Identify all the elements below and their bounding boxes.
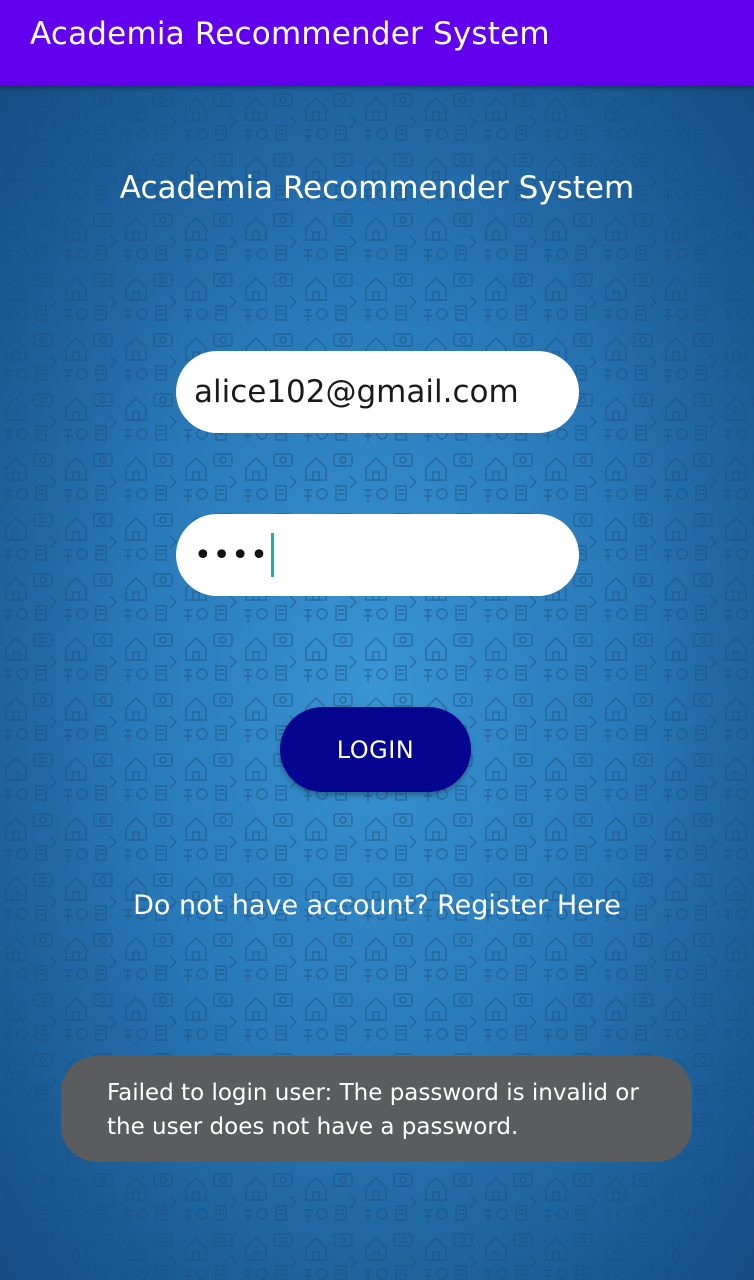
text-cursor xyxy=(270,533,274,577)
password-field-value: •••• xyxy=(194,537,269,573)
error-toast: Failed to login user: The password is in… xyxy=(61,1056,692,1162)
page-title: Academia Recommender System xyxy=(119,170,635,206)
login-screen: Academia Recommender System alice102@gma… xyxy=(0,86,754,1280)
email-field[interactable]: alice102@gmail.com xyxy=(176,351,579,433)
app-bar-title: Academia Recommender System xyxy=(30,16,550,52)
register-link[interactable]: Do not have account? Register Here xyxy=(0,890,754,921)
app-bar: Academia Recommender System xyxy=(0,0,754,86)
password-field[interactable]: •••• xyxy=(176,514,579,596)
email-field-value: alice102@gmail.com xyxy=(194,374,519,410)
login-button[interactable]: LOGIN xyxy=(280,707,471,792)
